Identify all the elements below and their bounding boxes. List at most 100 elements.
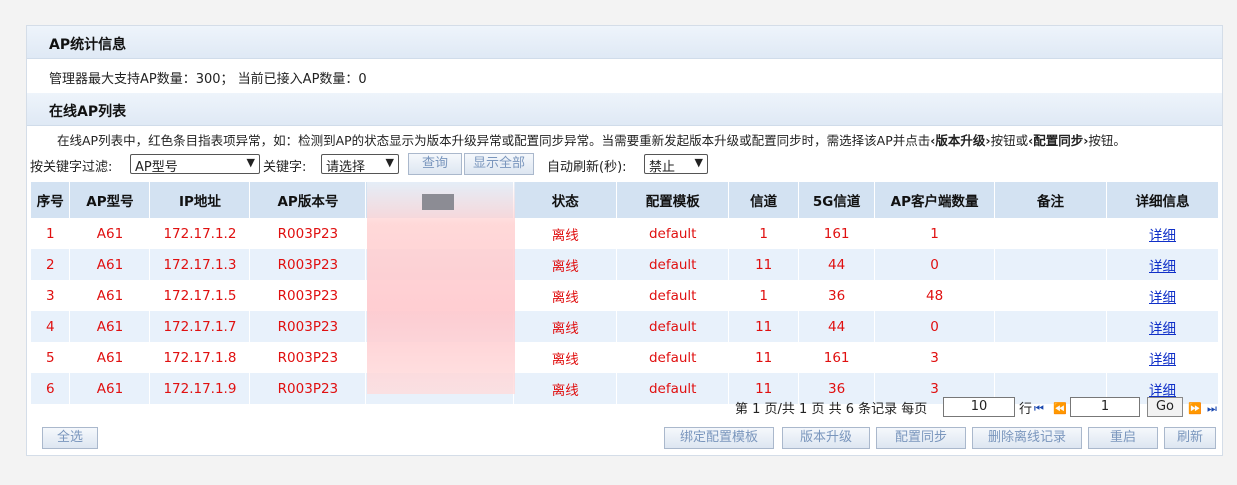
detail-link[interactable]: 详细 <box>1149 290 1176 306</box>
col-header: AP版本号 <box>249 182 367 218</box>
table-cell: default <box>616 249 730 280</box>
table-cell <box>994 280 1107 311</box>
table-cell: A61 <box>69 311 151 342</box>
restart-button[interactable]: 重启 <box>1088 427 1158 449</box>
table-cell: 48 <box>874 280 996 311</box>
table-cell: 161 <box>798 218 876 249</box>
table-cell: 离线 <box>513 249 618 280</box>
table-row: 6 A61 172.17.1.9 R003P23 离线 default 11 36 3 详细 <box>31 373 1219 404</box>
table-cell: 0 <box>874 311 996 342</box>
query-button[interactable]: 查询 <box>408 153 462 175</box>
filter-label: 按关键字过滤: <box>30 160 113 175</box>
table-cell: 161 <box>798 342 876 373</box>
stats-header: AP统计信息 <box>27 26 1222 59</box>
table-row: 2 A61 172.17.1.3 R003P23 离线 default 11 44 0 详细 <box>31 249 1219 280</box>
table-cell: A61 <box>69 280 151 311</box>
table-cell: 44 <box>798 249 876 280</box>
detail-link[interactable]: 详细 <box>1149 259 1176 275</box>
table-cell: 1 <box>31 218 71 249</box>
filter-field-select[interactable]: AP型号 ▼ <box>130 154 260 175</box>
detail-link[interactable]: 详细 <box>1149 228 1176 244</box>
table-cell: default <box>616 311 730 342</box>
refresh-button[interactable]: 刷新 <box>1164 427 1216 449</box>
chevron-down-icon: ▼ <box>385 156 394 169</box>
col-header: 5G信道 <box>798 182 876 218</box>
ap-table: 序号 AP型号 IP地址 AP版本号 状态 配置模板 信道 5G信道 AP客户端… <box>31 182 1219 404</box>
col-header: 信道 <box>728 182 800 218</box>
keyword-select[interactable]: 请选择 ▼ <box>321 154 399 175</box>
table-cell: 3 <box>874 342 996 373</box>
table-cell: 离线 <box>513 311 618 342</box>
table-cell <box>994 249 1107 280</box>
first-page-icon[interactable]: ⏮ <box>1034 402 1044 416</box>
table-cell: 172.17.1.7 <box>149 311 251 342</box>
table-cell: R003P23 <box>249 218 367 249</box>
table-cell: default <box>616 342 730 373</box>
table-cell: default <box>616 373 730 404</box>
table-cell: R003P23 <box>249 311 367 342</box>
stats-title: AP统计信息 <box>49 37 127 53</box>
table-cell <box>994 311 1107 342</box>
table-row: 3 A61 172.17.1.5 R003P23 离线 default 1 36 48 详细 <box>31 280 1219 311</box>
table-cell: 1 <box>728 218 800 249</box>
table-cell: 11 <box>728 342 800 373</box>
table-cell: 5 <box>31 342 71 373</box>
table-cell <box>994 218 1107 249</box>
table-cell: 离线 <box>513 373 618 404</box>
table-cell: A61 <box>69 218 151 249</box>
delete-offline-button[interactable]: 删除离线记录 <box>972 427 1082 449</box>
col-header: 配置模板 <box>616 182 730 218</box>
table-row: 1 A61 172.17.1.2 R003P23 离线 default 1 161 1 详细 <box>31 218 1219 249</box>
table-cell: 44 <box>798 311 876 342</box>
table-cell: 1 <box>874 218 996 249</box>
col-header: IP地址 <box>149 182 251 218</box>
table-cell: 4 <box>31 311 71 342</box>
per-page-input[interactable]: 10 <box>943 397 1015 417</box>
show-all-button[interactable]: 显示全部 <box>464 153 534 175</box>
select-all-button[interactable]: 全选 <box>42 427 98 449</box>
sync-button[interactable]: 配置同步 <box>876 427 966 449</box>
table-header-row: 序号 AP型号 IP地址 AP版本号 状态 配置模板 信道 5G信道 AP客户端… <box>31 182 1219 218</box>
table-cell: A61 <box>69 373 151 404</box>
online-note: 在线AP列表中，红色条目指表项异常，如：检测到AP的状态显示为版本升级异常或配置… <box>57 133 1126 148</box>
table-cell: 172.17.1.5 <box>149 280 251 311</box>
refresh-select[interactable]: 禁止 ▼ <box>644 154 708 175</box>
table-cell: 172.17.1.2 <box>149 218 251 249</box>
last-page-icon[interactable]: ⏭ <box>1207 402 1217 416</box>
table-cell: 离线 <box>513 342 618 373</box>
table-row: 4 A61 172.17.1.7 R003P23 离线 default 11 44 0 详细 <box>31 311 1219 342</box>
table-cell <box>994 342 1107 373</box>
table-cell: default <box>616 280 730 311</box>
table-cell: R003P23 <box>249 373 367 404</box>
col-header: AP客户端数量 <box>874 182 996 218</box>
col-header: AP型号 <box>69 182 151 218</box>
ap-panel: AP统计信息 管理器最大支持AP数量：300； 当前已接入AP数量：0 在线AP… <box>26 25 1223 456</box>
table-cell: A61 <box>69 342 151 373</box>
go-button[interactable]: Go <box>1147 397 1183 417</box>
col-header: 备注 <box>994 182 1107 218</box>
table-cell: 0 <box>874 249 996 280</box>
stats-info: 管理器最大支持AP数量：300； 当前已接入AP数量：0 <box>49 72 367 87</box>
prev-page-icon[interactable]: ⏪ <box>1053 402 1067 415</box>
table-cell: default <box>616 218 730 249</box>
table-cell: 172.17.1.3 <box>149 249 251 280</box>
upgrade-button[interactable]: 版本升级 <box>782 427 870 449</box>
table-cell: 离线 <box>513 218 618 249</box>
col-header: 序号 <box>31 182 71 218</box>
online-header: 在线AP列表 <box>27 93 1222 126</box>
filter-bar: 按关键字过滤: AP型号 ▼ 关键字: 请选择 ▼ 查询 显示全部 自动刷新(秒):… <box>30 152 1220 176</box>
detail-link[interactable]: 详细 <box>1149 352 1176 368</box>
col-header: 状态 <box>513 182 618 218</box>
refresh-label: 自动刷新(秒): <box>547 160 627 175</box>
table-cell: 离线 <box>513 280 618 311</box>
page-input[interactable]: 1 <box>1070 397 1140 417</box>
bind-template-button[interactable]: 绑定配置模板 <box>664 427 774 449</box>
online-title: 在线AP列表 <box>49 104 127 120</box>
table-cell: 172.17.1.9 <box>149 373 251 404</box>
table-row: 5 A61 172.17.1.8 R003P23 离线 default 11 161 3 详细 <box>31 342 1219 373</box>
table-cell: 11 <box>728 311 800 342</box>
pager-rows-label: 行 <box>1019 402 1033 417</box>
detail-link[interactable]: 详细 <box>1149 321 1176 337</box>
table-cell: 11 <box>728 249 800 280</box>
next-page-icon[interactable]: ⏩ <box>1188 402 1202 415</box>
